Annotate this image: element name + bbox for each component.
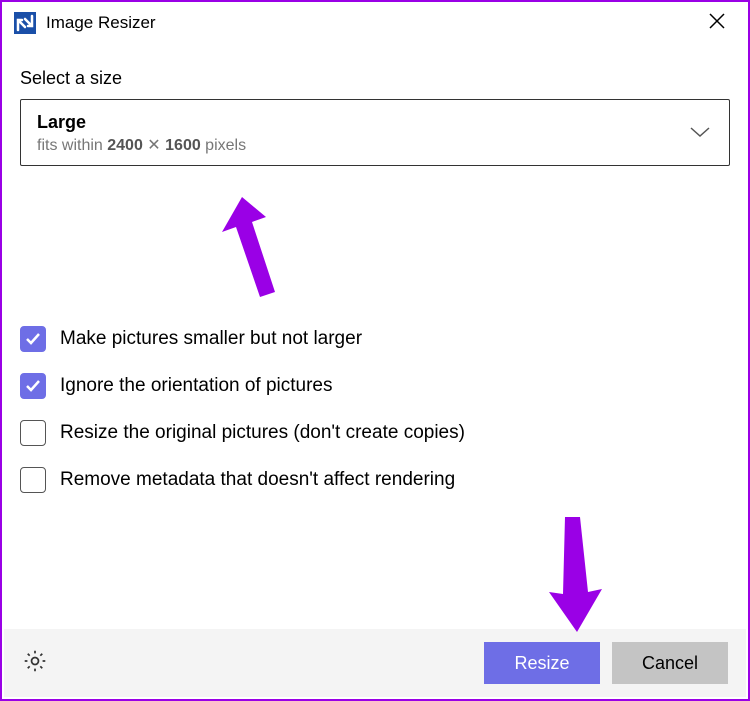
size-name: Large xyxy=(37,112,246,133)
option-remove-metadata: Remove metadata that doesn't affect rend… xyxy=(20,467,730,493)
size-times: ✕ xyxy=(143,137,165,154)
fits-suffix: pixels xyxy=(201,137,246,154)
checkbox-resize-original[interactable] xyxy=(20,420,46,446)
fits-prefix: fits within xyxy=(37,137,107,154)
resize-button[interactable]: Resize xyxy=(484,642,600,684)
size-dropdown[interactable]: Large fits within 2400 ✕ 1600 pixels xyxy=(20,99,730,166)
option-label: Make pictures smaller but not larger xyxy=(60,328,362,350)
title-left: Image Resizer xyxy=(14,12,156,34)
cancel-button[interactable]: Cancel xyxy=(612,642,728,684)
app-icon xyxy=(14,12,36,34)
close-button[interactable] xyxy=(698,8,736,38)
annotation-arrow-icon xyxy=(547,517,607,637)
options-list: Make pictures smaller but not larger Ign… xyxy=(20,326,730,493)
option-smaller-not-larger: Make pictures smaller but not larger xyxy=(20,326,730,352)
titlebar: Image Resizer xyxy=(2,2,748,44)
size-section-label: Select a size xyxy=(20,68,730,89)
size-description: fits within 2400 ✕ 1600 pixels xyxy=(37,135,246,155)
content-area: Select a size Large fits within 2400 ✕ 1… xyxy=(2,44,748,493)
footer-bar: Resize Cancel xyxy=(4,629,746,697)
app-title: Image Resizer xyxy=(46,13,156,33)
size-width: 2400 xyxy=(107,137,143,154)
chevron-down-icon xyxy=(689,125,711,143)
size-height: 1600 xyxy=(165,137,201,154)
option-label: Resize the original pictures (don't crea… xyxy=(60,422,465,444)
option-resize-original: Resize the original pictures (don't crea… xyxy=(20,420,730,446)
checkbox-ignore-orientation[interactable] xyxy=(20,373,46,399)
option-ignore-orientation: Ignore the orientation of pictures xyxy=(20,373,730,399)
checkbox-smaller-not-larger[interactable] xyxy=(20,326,46,352)
size-text: Large fits within 2400 ✕ 1600 pixels xyxy=(37,112,246,155)
option-label: Ignore the orientation of pictures xyxy=(60,375,333,397)
option-label: Remove metadata that doesn't affect rend… xyxy=(60,469,455,491)
checkbox-remove-metadata[interactable] xyxy=(20,467,46,493)
gear-icon[interactable] xyxy=(22,648,48,679)
